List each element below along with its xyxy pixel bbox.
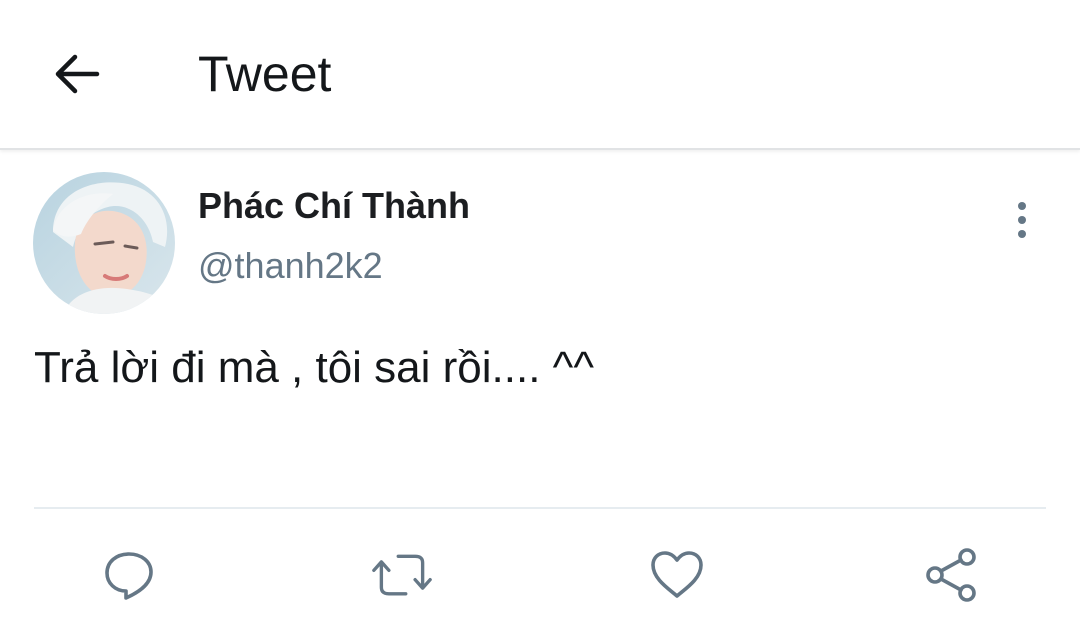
arrow-left-icon [55,54,100,94]
retweet-icon [372,554,432,596]
divider [34,507,1046,509]
top-app-bar: Tweet [0,0,1080,150]
like-icon [651,551,703,598]
author-handle[interactable]: @thanh2k2 [198,243,383,289]
page-title: Tweet [198,46,332,102]
more-options-button[interactable] [1000,195,1044,245]
share-icon [926,548,976,602]
reply-icon [105,552,153,600]
avatar[interactable] [33,172,175,314]
back-button[interactable] [44,44,108,104]
more-vertical-icon [1018,202,1026,238]
author-name[interactable]: Phác Chí Thành [198,183,470,229]
retweet-button[interactable] [372,545,432,605]
avatar-image [33,172,175,314]
reply-button[interactable] [99,545,159,605]
tweet-text: Trả lời đi mà , tôi sai rồi.... ^^ [34,343,594,392]
share-button[interactable] [922,545,982,605]
like-button[interactable] [647,545,707,605]
